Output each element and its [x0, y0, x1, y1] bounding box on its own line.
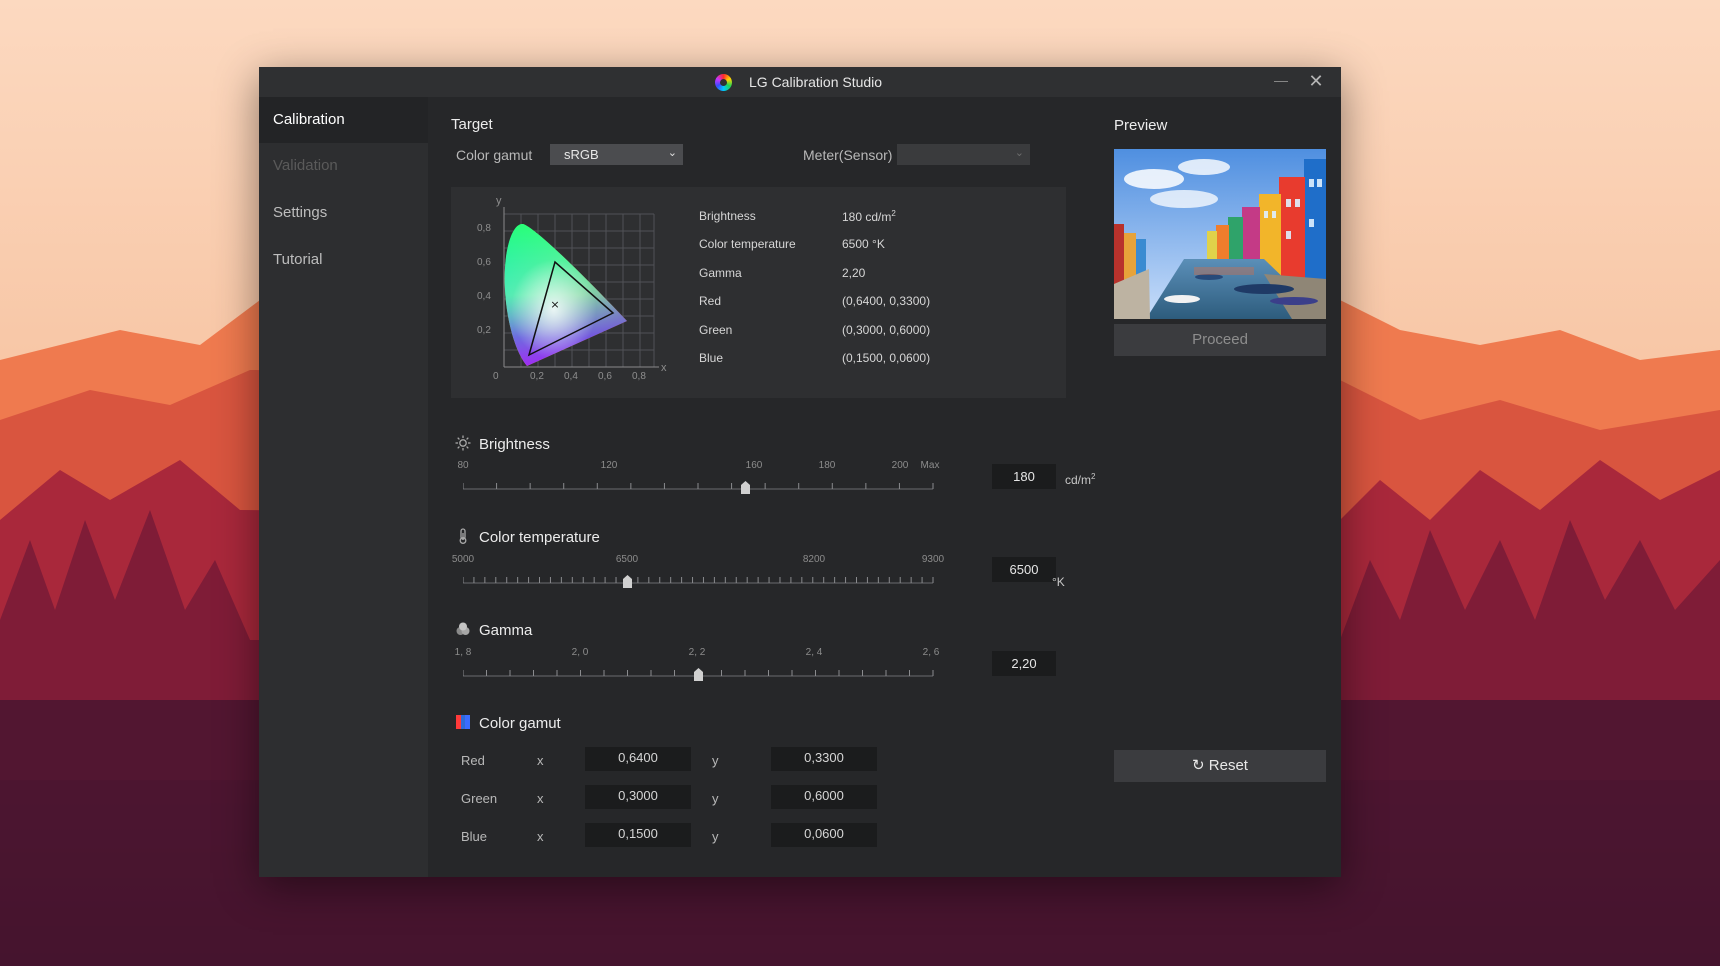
summary-value-text: 180 cd/m	[842, 210, 892, 224]
chart-y-axis-label: y	[496, 195, 502, 207]
summary-value-blue: (0,1500, 0,0600)	[842, 351, 931, 365]
target-heading: Target	[451, 116, 493, 133]
proceed-button[interactable]: Proceed	[1114, 324, 1326, 356]
red-y-input[interactable]: 0,3300	[771, 747, 877, 771]
summary-label-blue: Blue	[699, 351, 724, 365]
preview-heading: Preview	[1114, 117, 1168, 134]
reset-button[interactable]: ↻ Reset	[1114, 750, 1326, 782]
gamut-row-label-blue: Blue	[461, 829, 488, 844]
color-gamut-label: Color gamut	[456, 147, 533, 163]
blue-y-input[interactable]: 0,0600	[771, 823, 877, 847]
preview-image	[1114, 149, 1326, 319]
gamut-y-label: y	[712, 791, 719, 806]
window-title: LG Calibration Studio	[749, 74, 883, 90]
color-gamut-icon	[456, 715, 470, 729]
color-temperature-heading: Color temperature	[479, 529, 600, 546]
green-y-input[interactable]: 0,6000	[771, 785, 877, 809]
chevron-down-icon: ⌄	[1014, 147, 1024, 159]
chart-y-tick: 0,6	[477, 257, 491, 268]
gamma-slider[interactable]: 1, 8 2, 0 2, 2 2, 4 2, 6	[455, 647, 939, 687]
summary-value-gamma: 2,20	[842, 266, 866, 280]
chart-x-tick: 0,2	[530, 371, 544, 382]
gamut-y-label: y	[712, 829, 719, 844]
summary-value-color-temperature: 6500 °K	[842, 237, 885, 251]
gamma-value-input[interactable]: 2,20	[992, 651, 1056, 676]
brightness-track	[463, 483, 934, 490]
summary-label-red: Red	[699, 294, 722, 308]
sidebar: Calibration Validation Settings Tutorial	[259, 97, 428, 877]
summary-label-brightness: Brightness	[699, 209, 756, 223]
meter-sensor-select[interactable]: ⌄	[897, 144, 1030, 165]
sidebar-item-calibration[interactable]: Calibration	[259, 97, 428, 143]
target-summary-panel: × y x 0,8 0,6 0,4 0,2 0 0,2 0,4 0,6 0,8 …	[451, 187, 1066, 398]
gamma-heading: Gamma	[479, 622, 533, 639]
chart-x-tick: 0,8	[632, 371, 646, 382]
gamut-y-label: y	[712, 753, 719, 768]
sun-icon	[455, 435, 471, 451]
green-x-input[interactable]: 0,3000	[585, 785, 691, 809]
chart-x-tick: 0,4	[564, 371, 578, 382]
color-gamut-select[interactable]: sRGB ⌄	[550, 144, 683, 165]
svg-text:×: ×	[550, 298, 559, 311]
color-temperature-unit: °K	[1052, 575, 1065, 589]
gamut-x-label: x	[537, 753, 544, 768]
color-temperature-track	[463, 577, 934, 584]
chevron-down-icon: ⌄	[667, 147, 677, 159]
red-x-input[interactable]: 0,6400	[585, 747, 691, 771]
gamma-slider-thumb[interactable]	[694, 668, 703, 681]
chart-y-tick: 0,2	[477, 325, 491, 336]
summary-value-sup: 2	[891, 209, 896, 218]
meter-sensor-label: Meter(Sensor)	[803, 147, 893, 163]
summary-value-brightness: 180 cd/m2	[842, 209, 896, 224]
gamut-row-label-green: Green	[461, 791, 498, 806]
summary-label-color-temperature: Color temperature	[699, 237, 796, 251]
thermometer-icon	[459, 528, 467, 544]
color-gamut-heading: Color gamut	[479, 715, 561, 732]
sidebar-item-settings[interactable]: Settings	[259, 190, 428, 236]
brightness-value-input[interactable]: 180	[992, 464, 1056, 489]
gamma-icon	[456, 622, 470, 635]
brightness-unit-sup: 2	[1091, 472, 1096, 481]
color-temperature-slider-thumb[interactable]	[623, 575, 633, 588]
chart-x-axis-label: x	[661, 362, 667, 374]
gamut-x-label: x	[537, 829, 544, 844]
sidebar-item-tutorial[interactable]: Tutorial	[259, 237, 428, 283]
reset-button-label: Reset	[1208, 757, 1248, 774]
chart-x-tick: 0	[493, 371, 499, 382]
app-window: LG Calibration Studio — ✕ Calibration Va…	[259, 67, 1341, 877]
gamma-track	[463, 670, 934, 677]
brightness-unit-text: cd/m	[1065, 473, 1092, 487]
chart-x-tick: 0,6	[598, 371, 612, 382]
close-icon[interactable]: ✕	[1306, 71, 1326, 91]
color-temperature-slider[interactable]: 5000 6500 8200 9300	[452, 554, 944, 594]
refresh-icon: ↻	[1192, 757, 1205, 774]
chart-y-tick: 0,4	[477, 291, 491, 302]
summary-value-red: (0,6400, 0,3300)	[842, 294, 931, 308]
summary-label-green: Green	[699, 323, 733, 337]
blue-x-input[interactable]: 0,1500	[585, 823, 691, 847]
brightness-heading: Brightness	[479, 436, 550, 453]
color-gamut-select-value: sRGB	[564, 147, 599, 162]
brightness-unit: cd/m2	[1065, 472, 1095, 487]
title-bar: LG Calibration Studio — ✕	[259, 67, 1341, 97]
color-temperature-value-input[interactable]: 6500	[992, 557, 1056, 582]
sidebar-item-validation: Validation	[273, 157, 338, 174]
gamut-x-label: x	[537, 791, 544, 806]
app-logo-icon	[715, 74, 732, 91]
summary-label-gamma: Gamma	[699, 266, 742, 280]
minimize-icon[interactable]: —	[1271, 71, 1291, 91]
chart-y-tick: 0,8	[477, 223, 491, 234]
brightness-slider[interactable]: 80 120 160 180 200 Max	[457, 460, 939, 500]
brightness-slider-thumb[interactable]	[741, 481, 750, 494]
summary-value-green: (0,3000, 0,6000)	[842, 323, 931, 337]
gamut-row-label-red: Red	[461, 753, 485, 768]
